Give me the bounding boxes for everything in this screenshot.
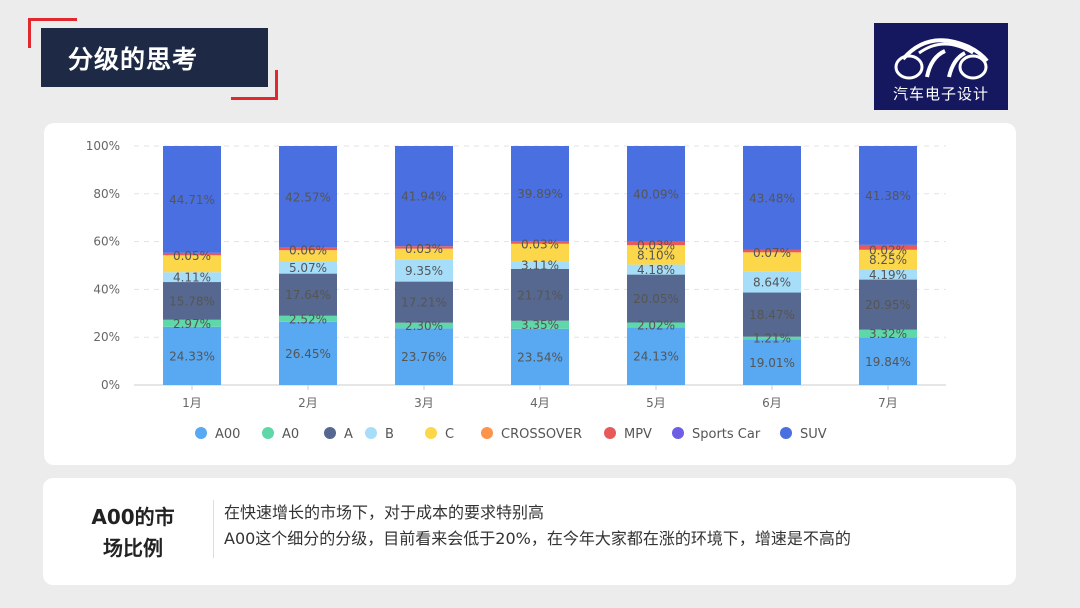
data-label: 8.64% [753,276,791,290]
data-label: 23.54% [517,350,563,364]
brand-logo: 汽车电子设计 [874,23,1008,110]
legend-marker [324,427,336,439]
data-label: 41.38% [865,189,911,203]
logo-text: 汽车电子设计 [892,85,989,103]
data-label: 24.33% [169,349,215,363]
data-label: 43.48% [749,191,795,205]
legend-label: MPV [624,427,652,442]
data-label: 39.89% [517,187,563,201]
legend-marker [425,427,437,439]
data-label: 3.32% [869,327,907,341]
note-body: 在快速增长的市场下，对于成本的要求特别高 A00这个细分的分级，目前看来会低于2… [224,500,851,552]
legend-label: B [385,427,394,442]
data-label: 21.71% [517,288,563,302]
data-label: 17.64% [285,288,331,302]
page-title: 分级的思考 [41,28,268,87]
data-label: 41.94% [401,190,447,204]
data-label: 3.35% [521,318,559,332]
header: 分级的思考 [28,18,278,100]
data-label: 2.30% [405,319,443,333]
data-label: 4.18% [637,263,675,277]
x-tick-label: 5月 [646,396,666,410]
x-tick-label: 7月 [878,396,898,410]
data-label: 0.02% [869,243,907,257]
data-label: 0.03% [521,237,559,251]
data-label: 0.03% [637,239,675,253]
x-tick-label: 6月 [762,396,782,410]
note-line-2: A00这个细分的分级，目前看来会低于20%，在今年大家都在涨的环境下，增速是不高… [224,529,851,548]
legend-marker [672,427,684,439]
legend-marker [780,427,792,439]
data-label: 4.19% [869,268,907,282]
y-tick-label: 100% [86,139,120,153]
data-label: 42.57% [285,190,331,204]
note-card: A00的市 场比例 在快速增长的市场下，对于成本的要求特别高 A00这个细分的分… [43,478,1016,585]
data-label: 26.45% [285,347,331,361]
legend-label: SUV [800,427,827,442]
data-label: 2.52% [289,312,327,326]
y-tick-label: 80% [93,187,120,201]
data-label: 20.95% [865,298,911,312]
data-label: 24.13% [633,350,679,364]
car-logo-icon [894,38,989,80]
note-title-line-2: 场比例 [103,536,163,560]
data-label: 9.35% [405,264,443,278]
legend-label: A0 [282,427,299,442]
legend-marker [365,427,377,439]
note-title-line-1: A00的市 [91,505,175,529]
data-label: 2.02% [637,318,675,332]
note-line-1: 在快速增长的市场下，对于成本的要求特别高 [224,503,545,522]
data-label: 2.97% [173,317,211,331]
legend-marker [481,427,493,439]
x-tick-label: 1月 [182,396,202,410]
y-tick-label: 0% [101,378,120,392]
x-tick-label: 3月 [414,396,434,410]
data-label: 0.05% [173,249,211,263]
x-tick-label: 2月 [298,396,318,410]
legend-marker [195,427,207,439]
legend-label: C [445,427,454,442]
legend-marker [262,427,274,439]
data-label: 20.05% [633,292,679,306]
stacked-bar-chart: 0% 20% 40% 60% 80% 100% 24.33% 2.97% 15.78% 4.11%… [86,139,946,442]
data-label: 0.07% [753,246,791,260]
data-label: 19.01% [749,356,795,370]
note-title: A00的市 场比例 [83,502,183,564]
legend-marker [604,427,616,439]
data-label: 17.21% [401,296,447,310]
data-label: 0.03% [405,242,443,256]
legend-label: A [344,427,353,442]
legend-label: CROSSOVER [501,427,582,442]
data-label: 40.09% [633,187,679,201]
legend-label: Sports Car [692,427,761,442]
data-label: 3.11% [521,259,559,273]
legend-label: A00 [215,427,240,442]
chart-card: 0% 20% 40% 60% 80% 100% 24.33% 2.97% 15.78% 4.11%… [44,123,1016,465]
note-divider [213,500,214,558]
data-label: 15.78% [169,294,215,308]
y-tick-label: 60% [93,235,120,249]
y-tick-label: 20% [93,330,120,344]
data-label: 0.06% [289,244,327,258]
data-label: 4.11% [173,271,211,285]
data-label: 5.07% [289,261,327,275]
bar-stack [743,146,801,385]
x-tick-label: 4月 [530,396,550,410]
data-label: 44.71% [169,193,215,207]
data-label: 23.76% [401,350,447,364]
y-tick-label: 40% [93,282,120,296]
data-label: 1.21% [753,332,791,346]
data-label: 19.84% [865,355,911,369]
data-label: 18.47% [749,308,795,322]
